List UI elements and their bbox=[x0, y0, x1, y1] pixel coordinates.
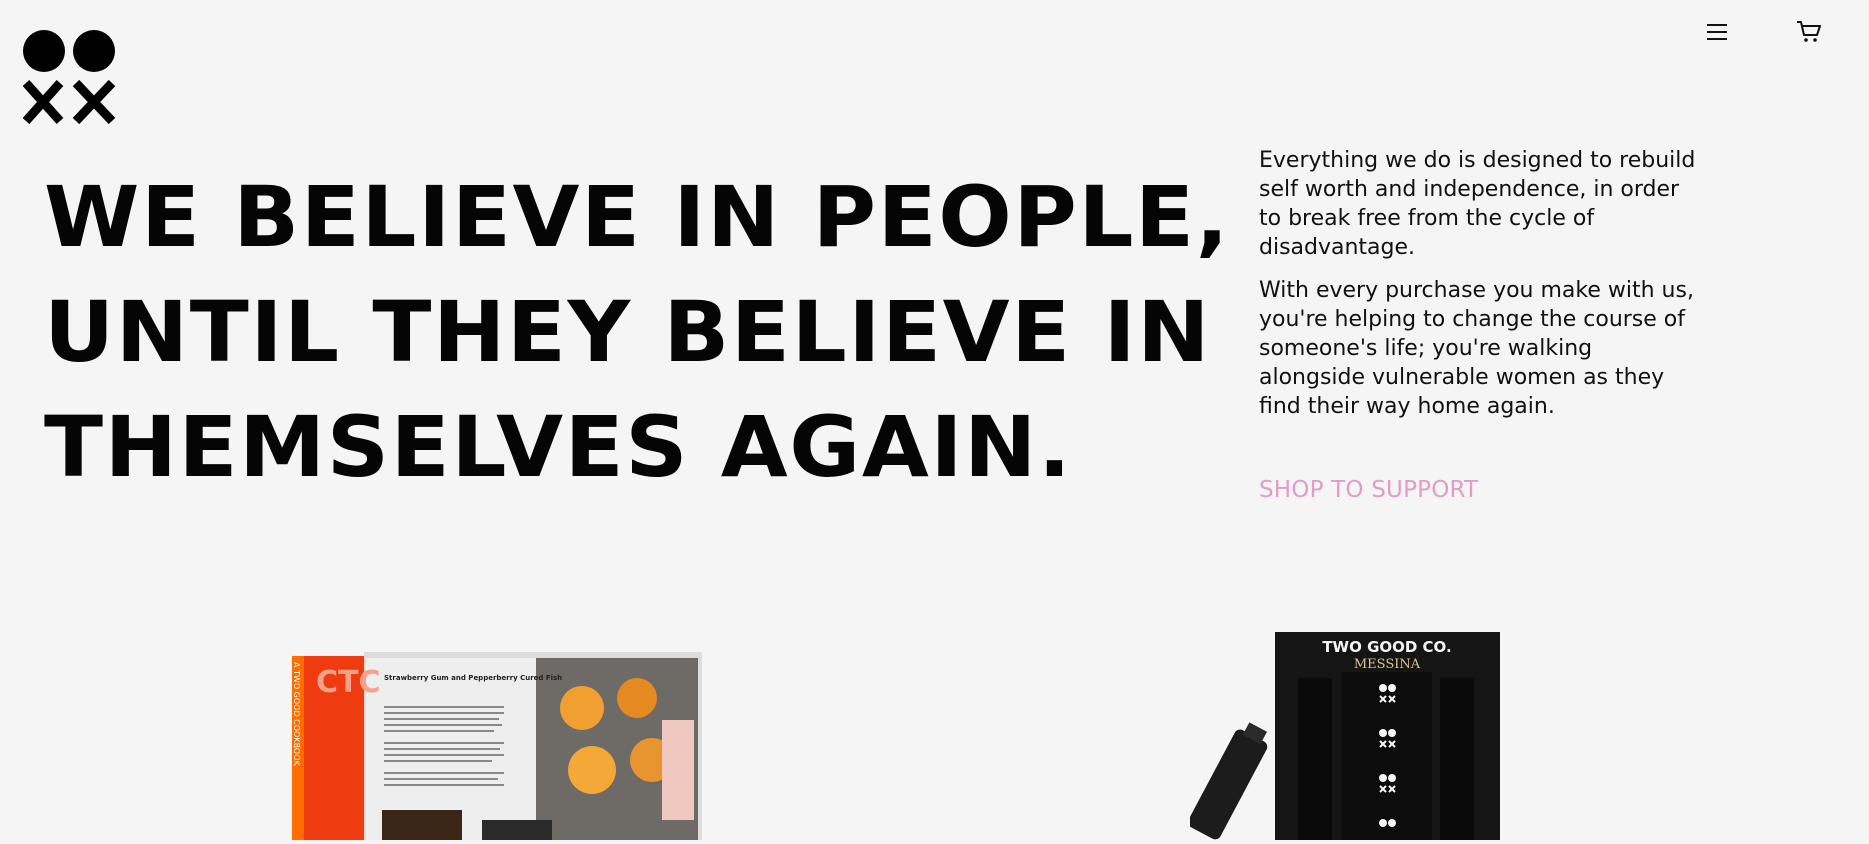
two-good-co-logo-icon bbox=[22, 30, 116, 125]
shop-to-support-link[interactable]: SHOP TO SUPPORT bbox=[1259, 477, 1478, 503]
headline-line-2: UNTIL THEY BELIEVE IN bbox=[44, 283, 1212, 381]
cookbook-cover-letters: CTC bbox=[316, 665, 381, 700]
cookbook-spine-text: A TWO GOOD COOKBOOK bbox=[292, 662, 301, 767]
gift-box-brand: TWO GOOD CO. bbox=[1322, 638, 1451, 656]
gift-box-image: TWO GOOD CO. MESSINA bbox=[1188, 632, 1500, 840]
shopping-cart-icon bbox=[1797, 21, 1821, 42]
hero-intro: Everything we do is designed to rebuild … bbox=[1259, 146, 1699, 435]
cookbook-recipe-title: Strawberry Gum and Pepperberry Cured Fis… bbox=[384, 674, 562, 682]
intro-paragraph-2: With every purchase you make with us, yo… bbox=[1259, 278, 1694, 419]
cookbook-image: A TWO GOOD COOKBOOK CTC Strawberry Gum a… bbox=[292, 652, 702, 840]
hamburger-menu-icon bbox=[1707, 24, 1727, 40]
cart-button[interactable] bbox=[1795, 18, 1823, 46]
hero-headline: WE BELIEVE IN PEOPLE, UNTIL THEY BELIEVE… bbox=[44, 160, 1230, 505]
menu-button[interactable] bbox=[1703, 18, 1731, 46]
brand-logo[interactable] bbox=[22, 30, 118, 125]
product-image-gift-box[interactable]: TWO GOOD CO. MESSINA bbox=[1188, 630, 1510, 840]
gift-box-partner: MESSINA bbox=[1354, 657, 1421, 672]
intro-paragraph-1: Everything we do is designed to rebuild … bbox=[1259, 148, 1696, 260]
product-image-cookbook[interactable]: A TWO GOOD COOKBOOK CTC Strawberry Gum a… bbox=[292, 650, 702, 840]
headline-line-3: THEMSELVES AGAIN. bbox=[44, 398, 1073, 496]
headline-line-1: WE BELIEVE IN PEOPLE, bbox=[44, 168, 1231, 266]
